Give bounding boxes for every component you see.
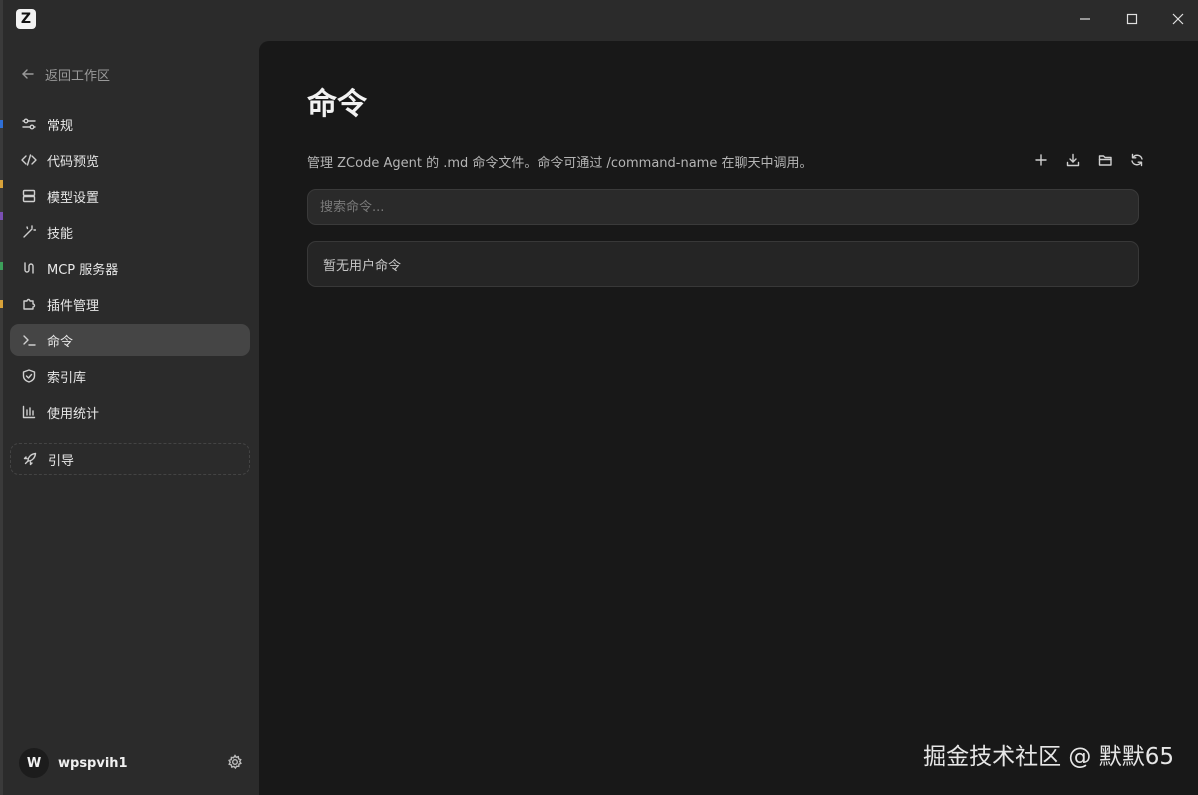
- watermark: 掘金技术社区 @ 默默65: [923, 744, 1174, 770]
- main-panel: 命令 管理 ZCode Agent 的 .md 命令文件。命令可通过 /comm…: [259, 41, 1198, 795]
- wand-icon: [21, 224, 37, 240]
- sidebar: 返回工作区 常规 代码预览 模型设置 技能 MCP 服务器 插件管理 命令 索引…: [3, 40, 259, 795]
- maximize-button[interactable]: [1109, 0, 1155, 38]
- sidebar-item-commands[interactable]: 命令: [10, 324, 250, 356]
- sidebar-item-plugins[interactable]: 插件管理: [10, 288, 250, 320]
- sidebar-item-guide[interactable]: 引导: [10, 443, 250, 475]
- folder-icon: [1098, 155, 1112, 166]
- plus-icon: [1035, 154, 1047, 166]
- sliders-icon: [21, 116, 37, 132]
- sidebar-item-label: 技能: [47, 226, 74, 242]
- sidebar-item-label: 插件管理: [47, 298, 100, 314]
- refresh-button[interactable]: [1128, 151, 1146, 169]
- settings-button[interactable]: [227, 754, 245, 772]
- arrow-left-icon: [22, 69, 34, 79]
- maximize-icon: [1126, 13, 1138, 25]
- username: wpspvih1: [58, 755, 128, 771]
- sidebar-item-general[interactable]: 常规: [10, 108, 250, 140]
- bar-chart-icon: [21, 404, 37, 420]
- shield-icon: [21, 368, 37, 384]
- mcp-icon: [21, 260, 37, 276]
- back-to-workspace-link[interactable]: 返回工作区: [21, 64, 110, 84]
- close-icon: [1172, 13, 1184, 25]
- sidebar-item-label: 使用统计: [47, 406, 100, 422]
- app-logo: Z: [16, 9, 36, 29]
- terminal-icon: [21, 332, 37, 348]
- sidebar-item-label: 命令: [47, 334, 74, 350]
- sidebar-item-label: 常规: [47, 118, 74, 134]
- empty-state: 暂无用户命令: [307, 241, 1139, 287]
- sidebar-item-code-preview[interactable]: 代码预览: [10, 144, 250, 176]
- open-folder-button[interactable]: [1096, 151, 1114, 169]
- sidebar-item-mcp-servers[interactable]: MCP 服务器: [10, 252, 250, 284]
- add-command-button[interactable]: [1032, 151, 1050, 169]
- title-bar: Z: [3, 0, 1198, 40]
- puzzle-icon: [21, 296, 37, 312]
- download-icon: [1066, 153, 1080, 167]
- avatar: W: [19, 748, 49, 778]
- close-button[interactable]: [1155, 0, 1198, 38]
- sidebar-item-label: 索引库: [47, 370, 87, 386]
- sidebar-item-skills[interactable]: 技能: [10, 216, 250, 248]
- sidebar-item-label: 引导: [48, 453, 75, 469]
- sidebar-item-index[interactable]: 索引库: [10, 360, 250, 392]
- import-command-button[interactable]: [1064, 151, 1082, 169]
- sidebar-item-label: MCP 服务器: [47, 262, 119, 278]
- command-toolbar: [1032, 151, 1146, 169]
- rocket-icon: [22, 451, 38, 467]
- back-label: 返回工作区: [45, 68, 111, 84]
- sidebar-item-label: 模型设置: [47, 190, 100, 206]
- minimize-button[interactable]: [1062, 0, 1108, 38]
- user-profile[interactable]: W wpspvih1: [19, 747, 245, 779]
- server-icon: [21, 188, 37, 204]
- gear-icon: [228, 754, 242, 770]
- sidebar-item-usage-stats[interactable]: 使用统计: [10, 396, 250, 428]
- sidebar-item-label: 代码预览: [47, 154, 100, 170]
- minimize-icon: [1080, 18, 1090, 20]
- refresh-icon: [1131, 153, 1143, 167]
- sidebar-item-model-settings[interactable]: 模型设置: [10, 180, 250, 212]
- search-commands-input[interactable]: [307, 189, 1139, 225]
- page-title: 命令: [307, 87, 367, 122]
- page-description: 管理 ZCode Agent 的 .md 命令文件。命令可通过 /command…: [307, 156, 813, 171]
- empty-state-text: 暂无用户命令: [323, 258, 402, 274]
- code-icon: [21, 152, 37, 168]
